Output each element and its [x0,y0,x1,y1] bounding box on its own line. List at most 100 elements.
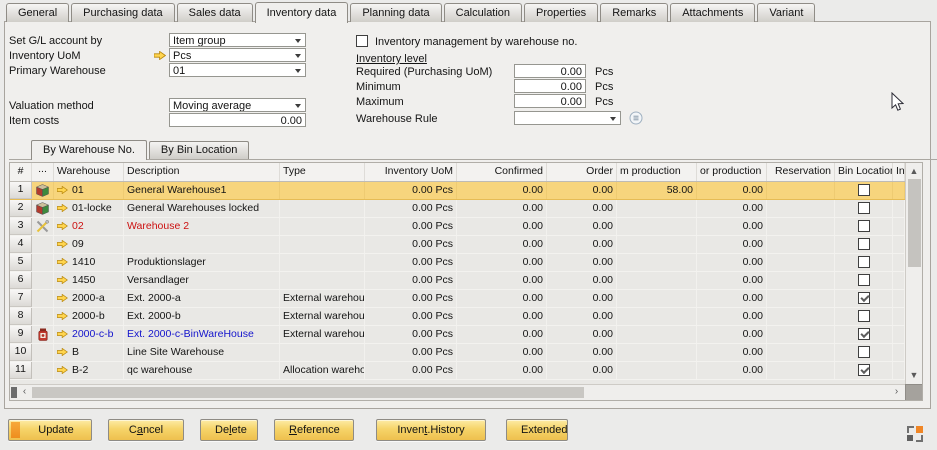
link-arrow-icon[interactable] [57,348,68,356]
link-arrow-icon[interactable] [57,240,68,248]
col-header-confirmed[interactable]: Confirmed [457,163,547,181]
required-input[interactable]: 0.00 [514,64,586,78]
table-row[interactable]: 3 02 Warehouse 2 0.00 Pcs 0.00 0.00 0.00 [10,218,905,236]
bin-location-checkbox[interactable] [858,202,870,214]
cancel-button[interactable]: Cancel [108,419,184,441]
inventory-uom-value: Pcs [173,50,191,62]
link-arrow-icon[interactable] [57,294,68,302]
set-gl-account-dropdown[interactable]: Item group [169,33,306,47]
link-arrow-icon[interactable] [57,222,68,230]
scroll-right-button[interactable]: › [890,385,903,400]
col-header-status-icon[interactable]: ... [32,163,54,181]
col-header-warehouse[interactable]: Warehouse [54,163,124,181]
col-header-for-production[interactable]: or production [697,163,767,181]
primary-warehouse-dropdown[interactable]: 01 [169,63,306,77]
table-row[interactable]: 4 09 0.00 Pcs 0.00 0.00 0.00 [10,236,905,254]
tab-variant[interactable]: Variant [757,3,815,22]
pane-splitter-handle[interactable] [11,387,17,398]
tab-attachments[interactable]: Attachments [670,3,755,22]
horizontal-scrollbar[interactable]: ‹ › [10,384,905,400]
table-row[interactable]: 2 01-locke General Warehouses locked 0.0… [10,200,905,218]
row-number[interactable]: 1 [10,182,32,199]
maximum-input[interactable]: 0.00 [514,94,586,108]
subtab-by-warehouse-no[interactable]: By Warehouse No. [31,140,147,160]
vertical-scrollbar-thumb[interactable] [908,179,921,267]
tab-remarks[interactable]: Remarks [600,3,668,22]
inventory-uom-dropdown[interactable]: Pcs [169,48,306,62]
link-arrow-icon[interactable] [57,330,68,338]
link-arrow-icon[interactable] [57,204,68,212]
table-row[interactable]: 11 B-2 qc warehouse Allocation wareho 0.… [10,362,905,380]
bin-location-checkbox[interactable] [858,238,870,250]
valuation-method-dropdown[interactable]: Moving average [169,98,306,112]
col-header-row-number[interactable]: # [10,163,32,181]
row-number[interactable]: 2 [10,200,32,217]
col-header-inventory[interactable]: Inven [893,163,905,181]
bin-location-checkbox[interactable] [858,256,870,268]
row-number[interactable]: 6 [10,272,32,289]
link-arrow-icon[interactable] [57,312,68,320]
tab-calculation[interactable]: Calculation [444,3,522,22]
row-number[interactable]: 3 [10,218,32,235]
warehouse-rule-dropdown[interactable] [514,111,621,125]
tab-inventory-data[interactable]: Inventory data [255,2,349,23]
scroll-left-button[interactable]: ‹ [18,385,31,400]
confirmed-cell: 0.00 [457,290,547,307]
bin-location-checkbox[interactable] [858,364,870,376]
tab-sales-data[interactable]: Sales data [177,3,253,22]
row-number[interactable]: 11 [10,362,32,379]
col-header-type[interactable]: Type [280,163,365,181]
scroll-down-button[interactable]: ▼ [906,368,922,382]
row-number[interactable]: 8 [10,308,32,325]
table-row[interactable]: 7 2000-a Ext. 2000-a External warehous 0… [10,290,905,308]
col-header-inventory-uom[interactable]: Inventory UoM [365,163,457,181]
link-arrow-icon[interactable] [57,276,68,284]
table-row[interactable]: 1 01 General Warehouse1 0.00 Pcs 0.00 0.… [10,182,905,200]
extended-button[interactable]: Extended [506,419,568,441]
col-header-reservation[interactable]: Reservation [767,163,835,181]
bin-location-checkbox[interactable] [858,220,870,232]
horizontal-scrollbar-thumb[interactable] [32,387,584,398]
bin-location-checkbox[interactable] [858,310,870,322]
inventory-mgmt-by-warehouse-checkbox[interactable] [356,35,368,47]
scroll-up-button[interactable]: ▲ [906,164,922,178]
bin-location-checkbox[interactable] [858,184,870,196]
col-header-in-production[interactable]: m production [617,163,697,181]
table-row[interactable]: 6 1450 Versandlager 0.00 Pcs 0.00 0.00 0… [10,272,905,290]
col-header-description[interactable]: Description [124,163,280,181]
subtab-by-bin-location[interactable]: By Bin Location [149,141,249,159]
table-row[interactable]: 8 2000-b Ext. 2000-b External warehous 0… [10,308,905,326]
tab-planning-data[interactable]: Planning data [350,3,441,22]
choose-from-list-icon[interactable] [629,111,643,125]
table-row[interactable]: 5 1410 Produktionslager 0.00 Pcs 0.00 0.… [10,254,905,272]
vertical-scrollbar[interactable]: ▲ ▼ [905,163,922,384]
row-number[interactable]: 7 [10,290,32,307]
link-arrow-icon[interactable] [154,51,166,60]
table-row[interactable]: 10 B Line Site Warehouse 0.00 Pcs 0.00 0… [10,344,905,362]
link-arrow-icon[interactable] [57,258,68,266]
window-resize-grip-icon[interactable] [905,424,925,443]
tab-properties[interactable]: Properties [524,3,598,22]
minimum-input[interactable]: 0.00 [514,79,586,93]
row-number[interactable]: 10 [10,344,32,361]
warehouse-type [280,182,365,199]
bin-location-checkbox[interactable] [858,274,870,286]
inventory-history-button[interactable]: Invent.History [376,419,486,441]
bin-location-checkbox[interactable] [858,346,870,358]
row-number[interactable]: 9 [10,326,32,343]
reference-button[interactable]: Reference [274,419,354,441]
col-header-bin-location[interactable]: Bin Location [835,163,893,181]
link-arrow-icon[interactable] [57,186,68,194]
tab-purchasing-data[interactable]: Purchasing data [71,3,175,22]
row-number[interactable]: 4 [10,236,32,253]
bin-location-checkbox[interactable] [858,328,870,340]
bin-location-checkbox[interactable] [858,292,870,304]
tab-general[interactable]: General [6,3,69,22]
link-arrow-icon[interactable] [57,366,68,374]
table-row[interactable]: 9 2000-c-b Ext. 2000-c-BinWareHouse Exte… [10,326,905,344]
item-costs-input[interactable]: 0.00 [169,113,306,127]
delete-button[interactable]: Delete [200,419,258,441]
col-header-ordered[interactable]: Order [547,163,617,181]
row-number[interactable]: 5 [10,254,32,271]
update-button[interactable]: Update [8,419,92,441]
